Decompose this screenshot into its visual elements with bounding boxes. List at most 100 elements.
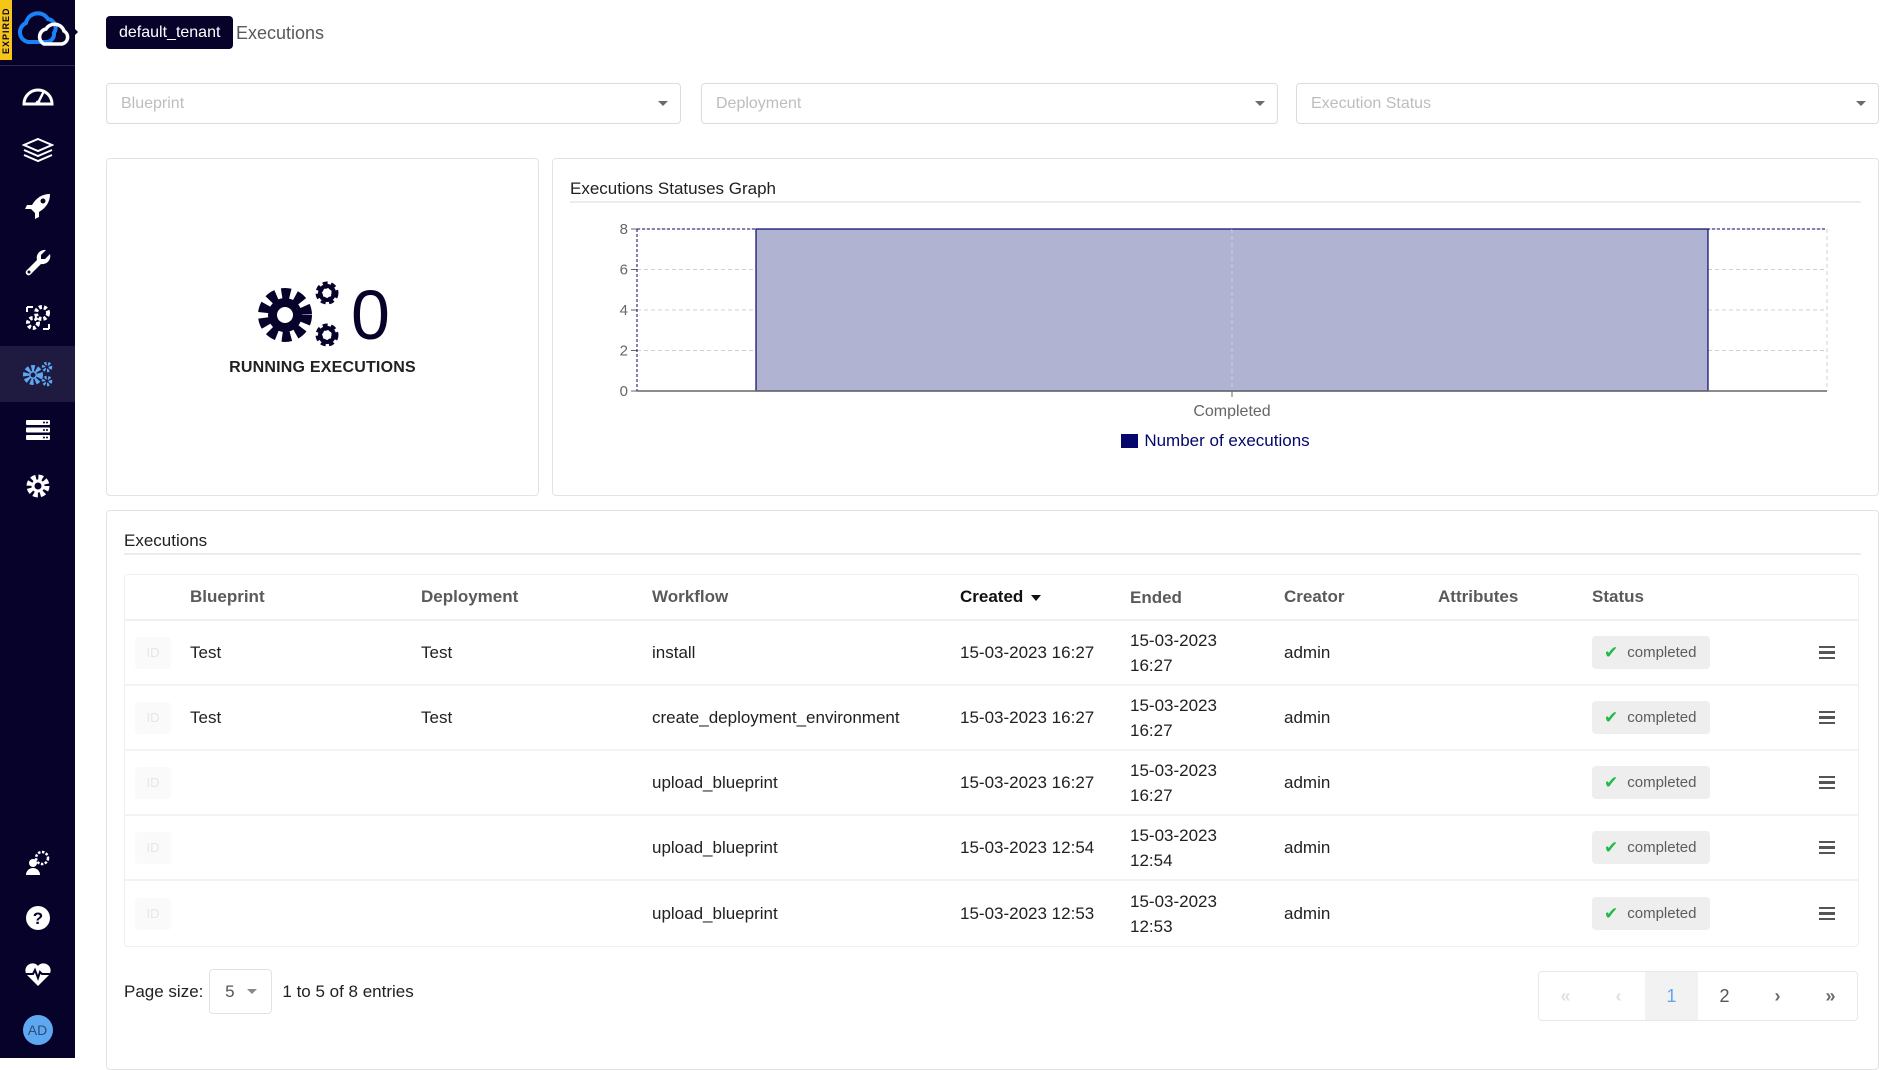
expired-license-badge: EXPIRED [0,0,12,60]
column-header-status[interactable]: Status [1592,587,1807,607]
blueprint-filter-placeholder: Blueprint [121,94,185,112]
executions-statuses-graph-widget: Executions Statuses Graph 0 2 4 6 8 Completed… [552,158,1879,496]
executions-widget: Executions Blueprint Deployment Workflow… [106,510,1879,1070]
sidebar-item-help[interactable]: ? [0,890,75,946]
cell-workflow: create_deployment_environment [652,707,900,727]
y-tick-label: 0 [620,383,628,400]
blueprint-filter-dropdown[interactable]: Blueprint [106,83,681,124]
pagination: « ‹ 1 2 › » [1538,971,1858,1021]
sidebar-item-dashboard[interactable] [0,66,75,122]
deployment-filter-dropdown[interactable]: Deployment [701,83,1278,124]
logo-area[interactable]: EXPIRED [0,0,78,66]
sidebar-item-tools[interactable] [0,234,75,290]
cell-deployment: Test [421,707,453,727]
cell-ended: 15-03-2023 12:54 [1130,825,1217,870]
column-header-deployment[interactable]: Deployment [421,587,652,607]
running-executions-label: RUNNING EXECUTIONS [229,359,416,376]
running-executions-count: 0 [351,276,390,354]
sidebar: EXPIRED ? AD [0,0,78,1058]
status-badge[interactable]: ✔ completed [1592,831,1711,864]
sidebar-item-admin-operations[interactable] [0,834,75,890]
cogs-icon [22,361,52,387]
cogs-refresh-icon [25,305,50,330]
page-size-section: Page size: 5 1 to 5 of 8 entries [124,969,414,1014]
column-header-ended[interactable]: Ended [1130,585,1284,610]
last-page-button[interactable]: » [1804,972,1857,1020]
execution-id-button[interactable]: ID [135,831,171,864]
y-tick-label: 4 [620,302,628,319]
sidebar-item-health[interactable] [0,946,75,1002]
table-row[interactable]: ID Test Test install 15-03-2023 16:27 15-03-2… [125,621,1858,686]
cogs-icon [258,281,339,347]
tenant-selector[interactable]: default_tenant [106,16,234,49]
page-1-button[interactable]: 1 [1645,972,1698,1020]
cell-ended: 15-03-2023 12:53 [1130,891,1217,936]
row-actions-menu-icon[interactable] [1819,840,1835,855]
table-row[interactable]: ID Test Test create_deployment_environment 1… [125,686,1858,751]
row-actions-menu-icon[interactable] [1819,775,1835,790]
legend-swatch [1121,434,1139,448]
status-badge[interactable]: ✔ completed [1592,766,1711,799]
status-badge[interactable]: ✔ completed [1592,636,1711,669]
deployment-filter-placeholder: Deployment [716,94,802,112]
cell-created: 15-03-2023 16:27 [960,642,1095,662]
page-size-label: Page size: [124,981,204,1001]
table-row[interactable]: ID upload_blueprint 15-03-2023 12:53 15-03-… [125,881,1858,946]
table-row[interactable]: ID upload_blueprint 15-03-2023 16:27 15-03-… [125,751,1858,816]
status-filter-dropdown[interactable]: Execution Status [1296,83,1879,124]
sidebar-item-executions[interactable] [0,346,75,402]
checkmark-icon: ✔ [1604,707,1619,727]
cell-workflow: upload_blueprint [652,837,778,857]
question-circle-icon: ? [25,906,50,930]
layers-icon [21,137,54,163]
sidebar-item-deployments[interactable] [0,178,75,234]
gear-icon [26,474,49,498]
column-header-blueprint[interactable]: Blueprint [190,587,421,607]
sidebar-item-system-resources[interactable] [0,402,75,458]
chart-legend[interactable]: Number of executions [553,431,1878,451]
page-2-button[interactable]: 2 [1698,972,1751,1020]
execution-id-button[interactable]: ID [135,897,171,930]
wrench-icon [25,249,50,276]
row-actions-menu-icon[interactable] [1819,710,1835,725]
svg-text:?: ? [32,909,42,928]
execution-id-button[interactable]: ID [135,766,171,799]
sidebar-expand-caret [72,26,78,38]
status-badge[interactable]: ✔ completed [1592,701,1711,734]
status-badge[interactable]: ✔ completed [1592,897,1711,930]
cell-workflow: upload_blueprint [652,903,778,923]
row-actions-menu-icon[interactable] [1819,645,1835,660]
execution-id-button[interactable]: ID [135,701,171,734]
prev-page-button[interactable]: ‹ [1592,972,1645,1020]
cell-blueprint: Test [190,707,222,727]
cell-workflow: install [652,642,696,662]
cell-ended: 15-03-2023 16:27 [1130,630,1217,675]
cell-creator: admin [1284,837,1331,857]
avatar[interactable]: AD [22,1015,53,1045]
first-page-button[interactable]: « [1539,972,1592,1020]
column-header-creator[interactable]: Creator [1284,587,1438,607]
y-tick-label: 8 [620,221,628,238]
chevron-down-icon [1856,101,1866,106]
status-filter-placeholder: Execution Status [1311,94,1432,112]
user-menu[interactable]: AD [0,1002,75,1058]
sidebar-item-plugins[interactable] [0,290,75,346]
table-row[interactable]: ID upload_blueprint 15-03-2023 12:54 15-03-… [125,816,1858,881]
next-page-button[interactable]: › [1751,972,1804,1020]
column-header-workflow[interactable]: Workflow [652,587,960,607]
cloudify-logo-icon[interactable] [14,8,72,52]
row-actions-menu-icon[interactable] [1819,906,1835,921]
chevron-down-icon [658,101,668,106]
execution-id-button[interactable]: ID [135,636,171,669]
column-header-attributes[interactable]: Attributes [1438,587,1592,607]
heartbeat-icon [24,963,51,986]
executions-title-divider [124,553,1861,555]
column-header-created[interactable]: Created [960,587,1130,607]
sidebar-item-settings[interactable] [0,458,75,514]
page-size-dropdown[interactable]: 5 [209,969,273,1014]
cell-deployment: Test [421,642,453,662]
checkmark-icon: ✔ [1604,642,1619,662]
sidebar-item-blueprints[interactable] [0,122,75,178]
page-title: Executions [236,23,325,43]
cell-creator: admin [1284,707,1331,727]
